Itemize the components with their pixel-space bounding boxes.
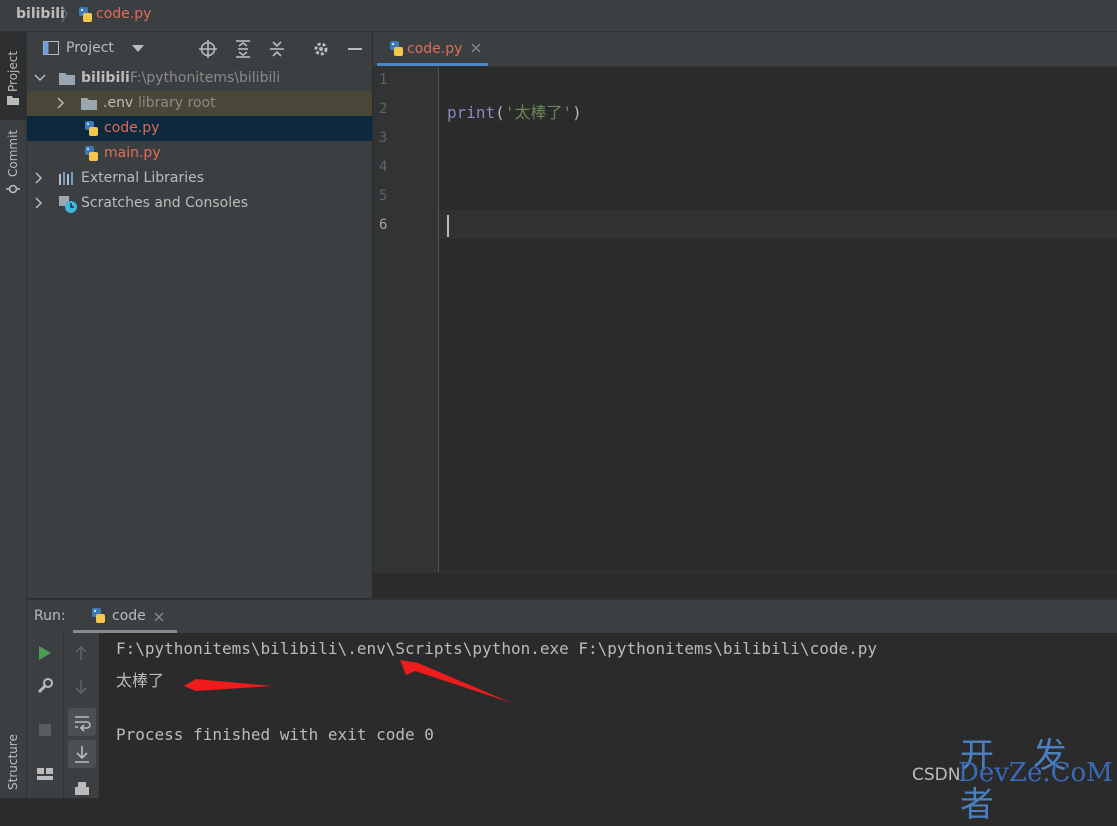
run-tab-label: code	[112, 608, 146, 624]
chevron-down-icon[interactable]	[132, 45, 144, 53]
wrench-icon[interactable]	[36, 677, 54, 695]
code-builtin-print: print	[447, 103, 496, 122]
chevron-down-icon[interactable]	[34, 73, 46, 83]
close-icon[interactable]	[471, 43, 481, 53]
breadcrumb-project[interactable]: bilibili	[16, 6, 65, 22]
toolbar-divider	[63, 633, 64, 798]
tree-item-scratches[interactable]: Scratches and Consoles	[27, 191, 372, 216]
commit-icon	[6, 182, 20, 196]
collapse-all-icon[interactable]	[268, 40, 286, 58]
text-caret	[447, 215, 449, 237]
editor-bottom-bar	[373, 572, 1117, 599]
layout-icon[interactable]	[36, 767, 54, 781]
library-icon	[58, 171, 76, 186]
tree-item-label: bilibili	[81, 70, 130, 86]
folder-icon	[58, 71, 76, 86]
watermark-site: DevZe.CoM	[958, 758, 1113, 788]
project-view-icon	[43, 41, 59, 55]
python-file-icon	[387, 40, 405, 58]
line-number: 1	[379, 72, 388, 88]
breadcrumb-separator-icon	[60, 4, 70, 24]
scroll-to-end-icon[interactable]	[68, 740, 96, 768]
annotation-arrow-2	[400, 660, 512, 703]
project-view-title[interactable]: Project	[66, 40, 114, 56]
line-number: 3	[379, 130, 388, 146]
navigation-bar: bilibili code.py	[0, 0, 1117, 32]
editor-area: code.py 1 2 3 4 5 6 print('太棒了')	[373, 32, 1117, 572]
editor-tab-bar: code.py	[373, 32, 1117, 67]
folder-icon	[6, 94, 20, 106]
code-paren-open: (	[495, 103, 505, 122]
folder-icon	[80, 96, 98, 111]
tab-label: code.py	[407, 41, 463, 57]
close-icon[interactable]	[154, 612, 164, 622]
commit-tool-label: Commit	[6, 129, 20, 177]
python-file-icon	[82, 145, 100, 163]
line-number-current: 6	[379, 217, 388, 233]
run-tab-code[interactable]: code	[73, 600, 177, 633]
rerun-icon[interactable]	[38, 645, 52, 661]
python-file-icon	[76, 6, 94, 24]
code-paren-close: )	[572, 103, 582, 122]
tree-item-label: code.py	[104, 120, 160, 136]
line-number: 5	[379, 188, 388, 204]
annotation-arrow-1	[184, 679, 272, 691]
run-panel-header: Run: code	[27, 599, 1117, 633]
structure-tool-tab[interactable]: Structure	[0, 722, 26, 798]
tree-item-label: Scratches and Consoles	[81, 195, 248, 211]
stop-icon[interactable]	[38, 723, 52, 737]
arrow-down-icon[interactable]	[74, 679, 88, 695]
active-tab-indicator	[377, 63, 488, 66]
chevron-right-icon[interactable]	[34, 197, 44, 209]
chevron-right-icon[interactable]	[56, 97, 66, 109]
scratches-icon	[58, 195, 78, 213]
project-tool-label: Project	[6, 50, 20, 92]
tree-item-env[interactable]: .env library root	[27, 91, 372, 116]
gear-icon[interactable]	[312, 40, 330, 58]
tree-item-external-libraries[interactable]: External Libraries	[27, 166, 372, 191]
project-panel-header: Project	[27, 32, 372, 66]
chevron-right-icon[interactable]	[34, 172, 44, 184]
line-number: 2	[379, 101, 388, 117]
structure-tool-label: Structure	[6, 734, 20, 790]
tab-code-py[interactable]: code.py	[377, 32, 488, 66]
project-panel: Project bilibili F:\pythonitems\bilibili	[27, 32, 372, 598]
python-file-icon	[82, 120, 100, 138]
tree-item-path: F:\pythonitems\bilibili	[130, 70, 281, 86]
code-string: '太棒了'	[504, 103, 573, 122]
left-tool-strip: Project Commit Structure	[0, 32, 27, 798]
hide-panel-icon[interactable]	[346, 40, 364, 58]
commit-tool-tab[interactable]: Commit	[0, 127, 26, 197]
locate-icon[interactable]	[199, 40, 217, 58]
python-icon	[89, 607, 107, 625]
tree-item-hint: library root	[138, 95, 216, 111]
line-number: 4	[379, 159, 388, 175]
tree-item-label: .env	[103, 95, 134, 111]
line-number-gutter: 1 2 3 4 5 6	[373, 67, 439, 572]
soft-wrap-icon[interactable]	[68, 708, 96, 736]
watermark-csdn: CSDN	[912, 765, 961, 785]
code-line-2[interactable]: print('太棒了')	[447, 99, 582, 123]
project-tool-tab[interactable]: Project	[0, 32, 26, 120]
tree-item-code-py[interactable]: code.py	[27, 116, 372, 141]
tree-item-label: External Libraries	[81, 170, 204, 186]
run-label: Run:	[34, 608, 66, 624]
print-icon[interactable]	[74, 781, 90, 798]
arrow-up-icon[interactable]	[74, 645, 88, 661]
current-line-highlight	[439, 210, 1117, 239]
tree-item-label: main.py	[104, 145, 161, 161]
breadcrumb-file[interactable]: code.py	[96, 6, 151, 22]
expand-all-icon[interactable]	[234, 40, 252, 58]
run-toolbar	[27, 633, 99, 798]
tree-item-main-py[interactable]: main.py	[27, 141, 372, 166]
tree-item-bilibili[interactable]: bilibili F:\pythonitems\bilibili	[27, 66, 372, 91]
